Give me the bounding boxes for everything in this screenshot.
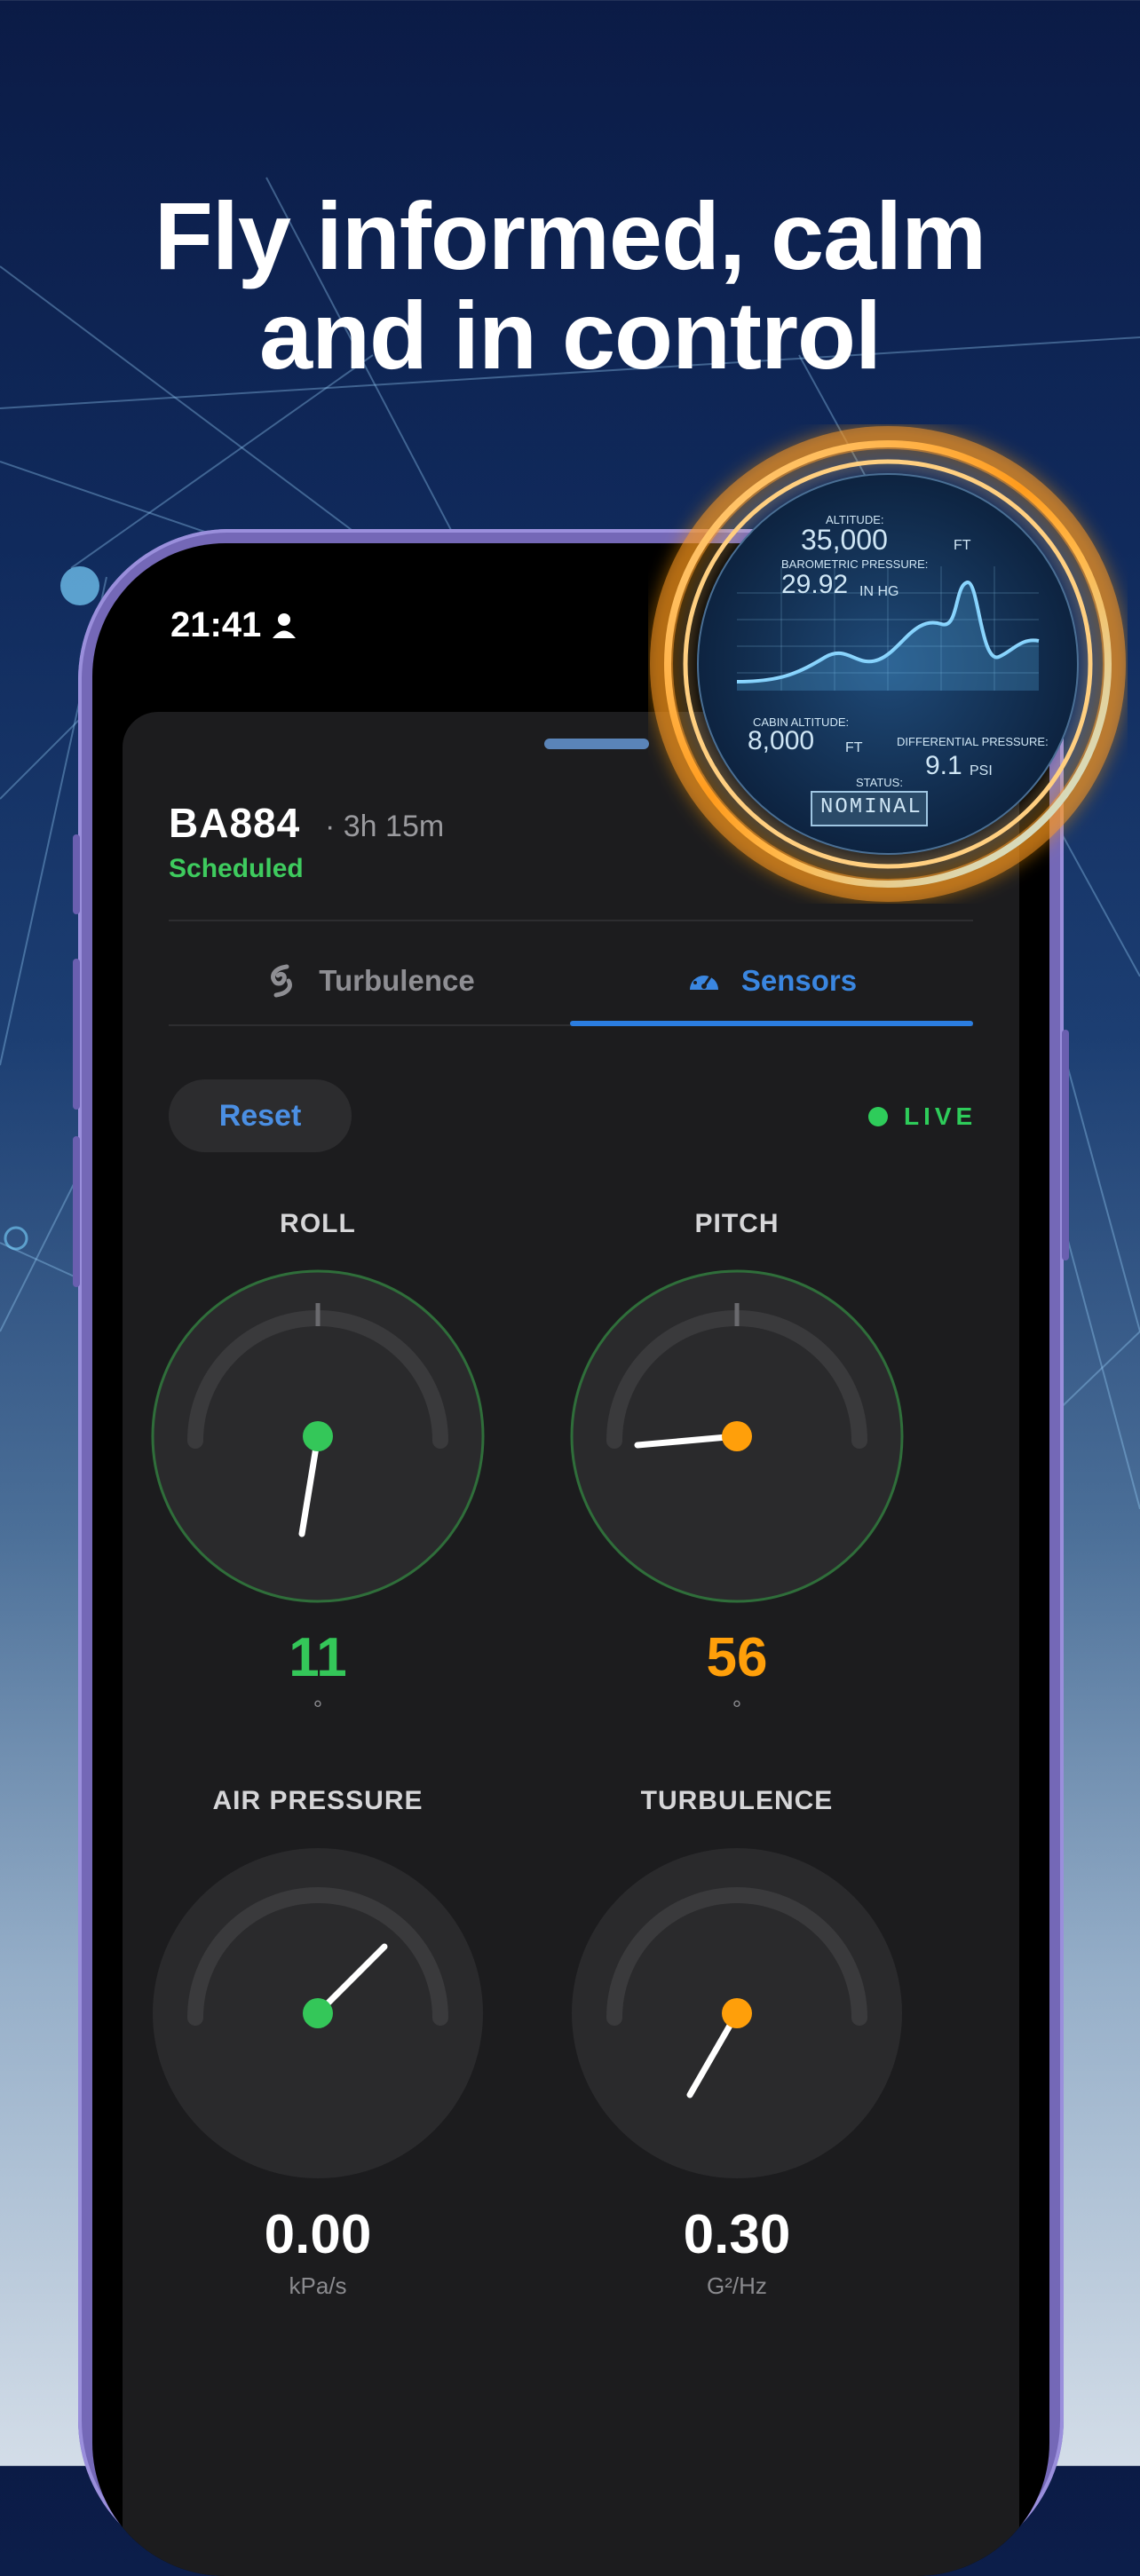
pitch-value: 56 xyxy=(706,1627,768,1688)
roll-title: ROLL xyxy=(280,1209,356,1238)
air-pressure-unit: kPa/s xyxy=(289,2272,347,2299)
turbulence-value: 0.30 xyxy=(683,2204,791,2265)
air-pressure-title: AIR PRESSURE xyxy=(212,1786,424,1815)
gauge-icon xyxy=(689,970,718,990)
headline-line-1: Fly informed, calm xyxy=(154,182,986,289)
barometric-value: 29.92 xyxy=(781,570,849,599)
flight-status: Scheduled xyxy=(169,854,304,883)
headline: Fly informed, calm and in control xyxy=(0,186,1140,385)
barometric-label: BAROMETRIC PRESSURE: xyxy=(781,557,929,571)
sheet-grabber[interactable] xyxy=(544,739,649,749)
live-indicator: LIVE xyxy=(868,1102,977,1131)
headline-line-2: and in control xyxy=(259,281,882,389)
status-value: NOMINAL xyxy=(820,795,922,819)
turbulence-unit: G²/Hz xyxy=(707,2272,767,2299)
live-dot-icon xyxy=(868,1107,888,1126)
live-label: LIVE xyxy=(904,1102,978,1130)
turbulence-dial xyxy=(572,1848,902,2178)
phone-side-button xyxy=(73,834,80,914)
differential-pressure-unit: PSI xyxy=(970,763,993,778)
active-tab-indicator xyxy=(570,1021,973,1026)
pitch-unit: ° xyxy=(732,1695,742,1722)
status-label: STATUS: xyxy=(856,776,903,789)
flight-duration: · 3h 15m xyxy=(325,810,445,843)
instrument-badge: ALTITUDE: 35,000 FT BAROMETRIC PRESSURE:… xyxy=(648,424,1128,904)
air-pressure-value: 0.00 xyxy=(264,2204,372,2265)
status-time: 21:41 xyxy=(170,605,262,644)
differential-pressure-value: 9.1 xyxy=(925,751,962,780)
tab-sensors-label: Sensors xyxy=(740,964,858,997)
differential-pressure-label: DIFFERENTIAL PRESSURE: xyxy=(897,735,1049,748)
tab-sensors[interactable]: Sensors xyxy=(570,944,973,1017)
roll-value: 11 xyxy=(289,1627,347,1688)
altitude-unit: FT xyxy=(954,538,971,553)
cabin-altitude-value: 8,000 xyxy=(748,726,815,755)
cabin-altitude-unit: FT xyxy=(845,740,863,755)
roll-dial xyxy=(151,1269,485,1603)
roll-unit: ° xyxy=(313,1695,323,1722)
tab-turbulence-label: Turbulence xyxy=(319,964,475,997)
person-icon xyxy=(273,613,296,638)
hurricane-icon xyxy=(271,964,293,998)
altitude-value: 35,000 xyxy=(801,524,888,556)
pitch-title: PITCH xyxy=(694,1209,780,1238)
badge-rings xyxy=(650,426,1126,902)
tab-turbulence[interactable]: Turbulence xyxy=(169,944,570,1017)
phone-power-button xyxy=(1062,1030,1069,1260)
flight-sheet: BA884 · 3h 15m Scheduled Turbulence Sens… xyxy=(123,712,1019,2576)
phone-volume-up-button xyxy=(73,959,80,1110)
phone-volume-down-button xyxy=(73,1136,80,1287)
divider xyxy=(169,920,973,921)
reset-button[interactable]: Reset xyxy=(169,1079,352,1152)
turbulence-title: TURBULENCE xyxy=(640,1786,834,1815)
flight-id: BA884 xyxy=(169,800,301,846)
pitch-dial xyxy=(570,1269,904,1603)
barometric-unit: IN HG xyxy=(859,584,899,599)
air-pressure-dial xyxy=(153,1848,483,2178)
